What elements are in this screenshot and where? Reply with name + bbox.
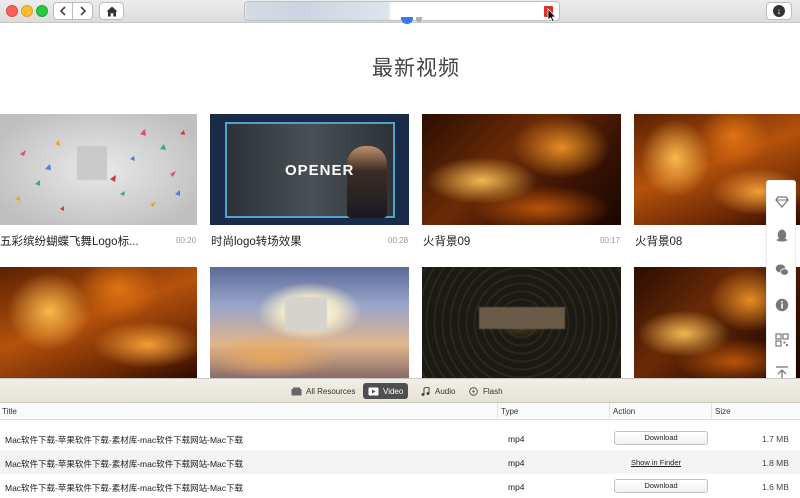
video-title[interactable]: 火背景08 xyxy=(635,233,682,249)
wechat-icon[interactable] xyxy=(774,262,790,278)
video-thumbnail[interactable] xyxy=(0,114,197,225)
forward-button[interactable] xyxy=(73,2,93,20)
filter-label: All Resources xyxy=(306,386,356,396)
column-header-size[interactable]: Size xyxy=(715,407,731,416)
resource-table-header: Title Type Action Size xyxy=(0,403,800,420)
back-button[interactable] xyxy=(53,2,73,20)
loading-indicator xyxy=(401,17,422,24)
loading-dot xyxy=(401,17,413,24)
zoom-window-button[interactable] xyxy=(36,5,48,17)
minimize-window-button[interactable] xyxy=(21,5,33,17)
video-icon xyxy=(368,387,379,395)
video-thumbnail[interactable] xyxy=(422,267,621,378)
table-row[interactable]: Mac软件下载-苹果软件下载-素材库-mac软件下载网站-Mac下载 mp4 D… xyxy=(0,426,800,450)
video-duration: 00:28 xyxy=(388,236,409,245)
download-button[interactable]: Download xyxy=(614,479,708,493)
filter-audio[interactable]: Audio xyxy=(415,383,460,399)
video-title[interactable]: 时尚logo转场效果 xyxy=(211,233,302,249)
home-icon xyxy=(106,6,117,16)
video-duration: 00:17 xyxy=(600,236,621,245)
table-row[interactable]: Mac软件下载-苹果软件下载-素材库-mac软件下载网站-Mac下载 mp4 D… xyxy=(0,474,800,498)
row-size: 1.7 MB xyxy=(762,434,789,444)
video-thumbnail[interactable]: OPENER xyxy=(210,114,409,225)
row-title: Mac软件下载-苹果软件下载-素材库-mac软件下载网站-Mac下载 xyxy=(5,435,243,445)
resources-icon xyxy=(291,387,302,395)
filter-label: Flash xyxy=(483,386,503,396)
resource-panel: All Resources Video Audio Flash Title Ty… xyxy=(0,378,800,497)
row-type: mp4 xyxy=(508,434,525,444)
qq-penguin-icon[interactable] xyxy=(774,227,790,243)
filter-all-resources[interactable]: All Resources xyxy=(286,383,360,399)
download-circle-icon: ↓ xyxy=(773,5,785,17)
chevron-right-icon xyxy=(79,6,86,16)
blurred-logo xyxy=(77,146,107,180)
row-type: mp4 xyxy=(508,482,525,492)
page-title: 最新视频 xyxy=(372,57,460,80)
blurred-logo xyxy=(285,297,327,331)
row-size: 1.6 MB xyxy=(762,482,789,492)
floating-side-toolbar xyxy=(766,180,796,380)
thumbnail-opener-text: OPENER xyxy=(285,162,355,179)
loading-dot xyxy=(416,17,422,22)
blurred-logo xyxy=(479,307,565,329)
row-title: Mac软件下载-苹果软件下载-素材库-mac软件下载网站-Mac下载 xyxy=(5,483,243,493)
video-thumbnail[interactable] xyxy=(210,267,409,378)
column-header-title[interactable]: Title xyxy=(2,407,17,416)
video-title[interactable]: 五彩缤纷蝴蝶飞舞Logo标... xyxy=(0,233,139,249)
opener-frame: OPENER xyxy=(225,122,395,218)
person-silhouette xyxy=(347,146,387,218)
row-size: 1.8 MB xyxy=(762,458,789,468)
filter-flash[interactable]: Flash xyxy=(463,383,508,399)
filter-label: Video xyxy=(383,386,404,396)
diamond-icon[interactable] xyxy=(774,194,790,210)
video-thumbnail[interactable] xyxy=(0,267,197,378)
chevron-left-icon xyxy=(59,6,66,16)
video-title[interactable]: 火背景09 xyxy=(423,233,470,249)
navigation-buttons xyxy=(53,2,93,20)
column-header-action[interactable]: Action xyxy=(613,407,635,416)
download-button[interactable]: Download xyxy=(614,431,708,445)
row-title: Mac软件下载-苹果软件下载-素材库-mac软件下载网站-Mac下载 xyxy=(5,459,243,469)
column-divider xyxy=(609,403,610,420)
qr-code-icon[interactable] xyxy=(774,332,790,348)
video-thumbnail[interactable] xyxy=(422,114,621,225)
info-icon[interactable] xyxy=(774,297,790,313)
filter-label: Audio xyxy=(435,386,456,396)
window-titlebar: ↓ xyxy=(0,0,800,23)
video-duration: 00:20 xyxy=(176,236,197,245)
home-button[interactable] xyxy=(99,2,124,20)
close-window-button[interactable] xyxy=(6,5,18,17)
resource-filter-bar: All Resources Video Audio Flash xyxy=(0,379,800,403)
column-divider xyxy=(711,403,712,420)
address-bar-blurred-url xyxy=(245,2,390,20)
column-header-type[interactable]: Type xyxy=(501,407,518,416)
table-row[interactable]: Mac软件下载-苹果软件下载-素材库-mac软件下载网站-Mac下载 mp4 S… xyxy=(0,450,800,474)
column-divider xyxy=(497,403,498,420)
flash-icon xyxy=(469,386,478,396)
downloads-button[interactable]: ↓ xyxy=(766,2,792,20)
music-note-icon xyxy=(421,386,430,396)
show-in-finder-link[interactable]: Show in Finder xyxy=(631,458,681,467)
filter-video[interactable]: Video xyxy=(363,383,409,399)
mouse-cursor-icon xyxy=(547,8,557,23)
row-type: mp4 xyxy=(508,458,525,468)
